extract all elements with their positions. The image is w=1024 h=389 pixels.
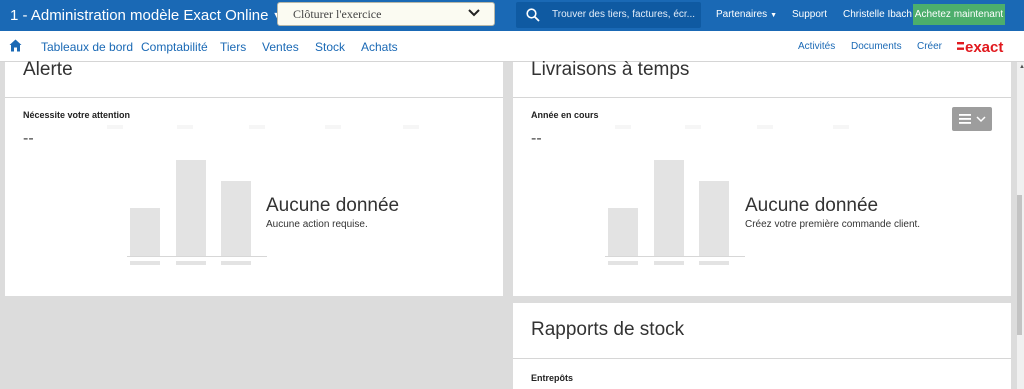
- chevron-down-icon: ▼: [770, 12, 778, 19]
- ghost-dash: [615, 125, 631, 129]
- ghost-dash: [685, 125, 701, 129]
- empty-chart-illustration: [127, 156, 267, 271]
- placeholder-bar: [699, 181, 729, 256]
- scrollbar-thumb[interactable]: [1017, 195, 1022, 335]
- nav-ventes[interactable]: Ventes: [262, 40, 299, 54]
- brand-label: exact: [965, 39, 1003, 55]
- nav-creer[interactable]: Créer: [917, 41, 942, 52]
- buy-now-button[interactable]: Achetez maintenant: [913, 4, 1005, 25]
- company-name: 1 - Administration modèle Exact Online: [10, 7, 269, 24]
- ghost-dash: [325, 125, 341, 129]
- search-input[interactable]: Trouver des tiers, factures, écr...: [552, 9, 695, 20]
- placeholder-bar: [221, 181, 251, 256]
- nav-activites[interactable]: Activités: [798, 41, 835, 52]
- nav-documents[interactable]: Documents: [851, 41, 902, 52]
- widget-subtitle: Année en cours: [531, 110, 599, 120]
- divider: [5, 97, 503, 98]
- placeholder-label: [221, 261, 251, 265]
- action-select[interactable]: Clôturer l'exercice: [277, 2, 495, 26]
- widget-subtitle: Entrepôts: [531, 373, 574, 383]
- nav-stock[interactable]: Stock: [315, 40, 345, 54]
- empty-state-message: Créez votre première commande client.: [745, 219, 921, 230]
- widget-value: --: [531, 130, 542, 147]
- action-select-value: Clôturer l'exercice: [293, 7, 382, 21]
- chart-baseline: [605, 256, 745, 257]
- nav-comptabilite[interactable]: Comptabilité: [141, 40, 208, 54]
- exact-logo: exact: [957, 39, 1003, 55]
- widget-title: Rapports de stock: [531, 319, 685, 340]
- empty-state-title: Aucune donnée: [266, 195, 400, 216]
- ghost-dash: [107, 125, 123, 129]
- divider: [513, 358, 1011, 359]
- placeholder-bar: [608, 208, 638, 256]
- user-menu[interactable]: Christelle Ibach: [843, 9, 912, 20]
- deliveries-widget: Livraisons à temps Année en cours -- Auc…: [513, 59, 1011, 296]
- placeholder-label: [176, 261, 206, 265]
- placeholder-bar: [176, 160, 206, 256]
- support-link[interactable]: Support: [792, 9, 827, 20]
- placeholder-label: [699, 261, 729, 265]
- ghost-dash: [403, 125, 419, 129]
- ghost-dash: [833, 125, 849, 129]
- stock-reports-widget: Rapports de stock Entrepôts: [513, 303, 1011, 389]
- alerts-widget: Alerte Nécessite votre attention -- Aucu…: [5, 59, 503, 296]
- placeholder-bar: [654, 160, 684, 256]
- placeholder-label: [130, 261, 160, 265]
- magnifier-icon: [526, 8, 540, 22]
- hamburger-icon: [959, 114, 986, 124]
- nav-achats[interactable]: Achats: [361, 40, 398, 54]
- empty-chart-illustration: [605, 156, 745, 271]
- widget-title: Alerte: [23, 59, 73, 80]
- main-nav: Tableaux de bord Comptabilité Tiers Vent…: [0, 31, 1024, 62]
- divider: [513, 97, 1011, 98]
- nav-tableaux-de-bord[interactable]: Tableaux de bord: [41, 40, 133, 54]
- partners-menu[interactable]: Partenaires ▼: [716, 9, 777, 20]
- empty-state-title: Aucune donnée: [745, 195, 879, 216]
- chevron-down-icon: [468, 9, 480, 17]
- empty-state-message: Aucune action requise.: [266, 219, 368, 230]
- widget-title: Livraisons à temps: [531, 59, 690, 80]
- chart-options-button[interactable]: [952, 107, 992, 131]
- widget-subtitle: Nécessite votre attention: [23, 110, 131, 120]
- search-box[interactable]: Trouver des tiers, factures, écr...: [516, 2, 701, 28]
- top-bar: 1 - Administration modèle Exact Online▼ …: [0, 0, 1024, 31]
- ghost-dash: [757, 125, 773, 129]
- ghost-dash: [249, 125, 265, 129]
- scroll-up-icon[interactable]: ▲: [1019, 64, 1024, 70]
- placeholder-label: [608, 261, 638, 265]
- home-icon[interactable]: [9, 39, 22, 52]
- vertical-scrollbar[interactable]: [1017, 62, 1024, 389]
- placeholder-bar: [130, 208, 160, 256]
- company-switcher[interactable]: 1 - Administration modèle Exact Online▼: [10, 7, 281, 24]
- ghost-dash: [177, 125, 193, 129]
- placeholder-label: [654, 261, 684, 265]
- nav-tiers[interactable]: Tiers: [220, 40, 246, 54]
- partners-label: Partenaires: [716, 9, 768, 20]
- chart-baseline: [127, 256, 267, 257]
- widget-value: --: [23, 130, 34, 147]
